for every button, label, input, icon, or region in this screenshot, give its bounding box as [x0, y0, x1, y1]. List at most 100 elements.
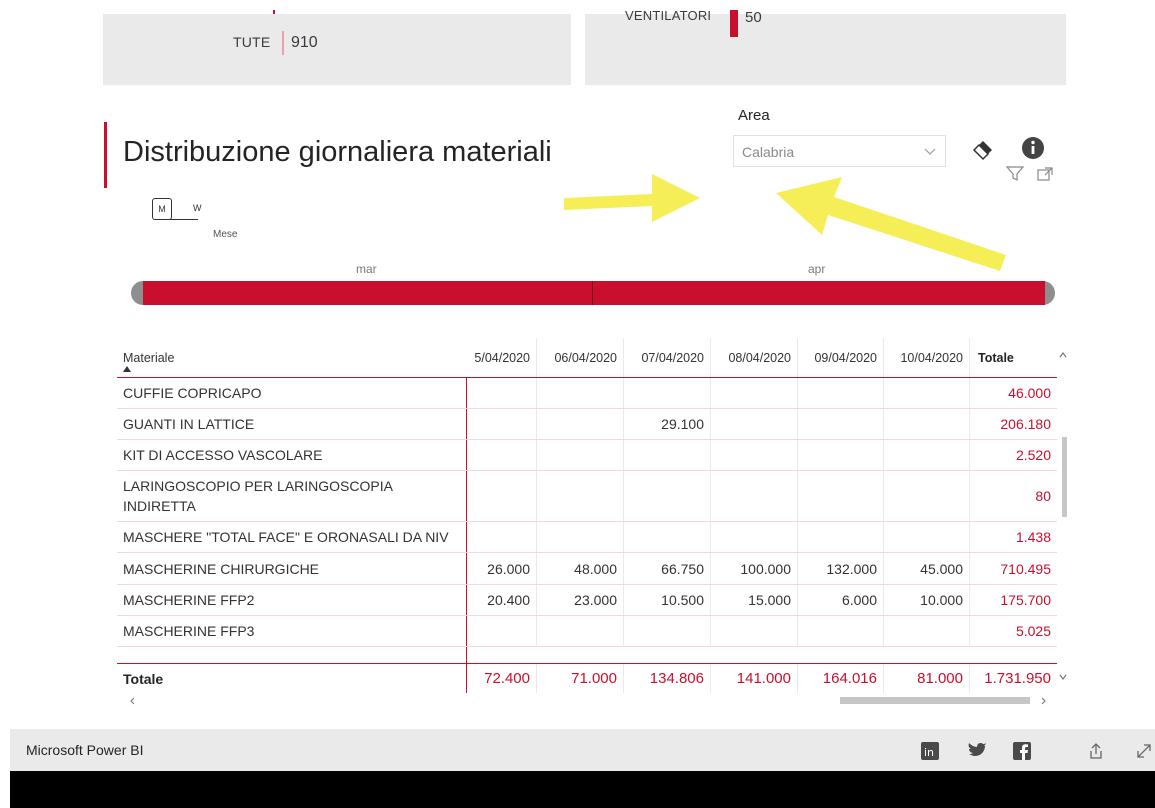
- value-cell: [624, 522, 711, 552]
- eraser-icon[interactable]: [970, 136, 996, 162]
- fullscreen-icon[interactable]: [1134, 741, 1154, 761]
- timeline-month-label: apr: [808, 262, 826, 276]
- value-cell: [466, 409, 537, 439]
- value-cell: [711, 440, 798, 470]
- material-name-cell: KIT DI ACCESSO VASCOLARE: [123, 447, 323, 463]
- timeline-toggle-line: [158, 219, 198, 220]
- value-cell: [798, 409, 884, 439]
- material-name-cell: MASCHERINE CHIRURGICHE: [123, 560, 320, 577]
- matrix-table: Materiale 5/04/2020 06/04/2020 07/04/202…: [117, 338, 1057, 693]
- row-total-cell: 1.438: [1015, 529, 1051, 545]
- column-header-date[interactable]: 10/04/2020: [884, 338, 970, 378]
- total-row-label: Totale: [123, 670, 164, 687]
- facebook-icon[interactable]: [1013, 742, 1031, 760]
- column-header-totale[interactable]: Totale: [970, 338, 1057, 378]
- timeline-month-label: mar: [356, 262, 377, 276]
- column-header-date[interactable]: 09/04/2020: [798, 338, 884, 378]
- table-row[interactable]: MASCHERE "TOTAL FACE" E ORONASALI DA NIV…: [117, 522, 1057, 553]
- row-total-cell: 46.000: [1008, 385, 1051, 401]
- value-cell: 66.750: [624, 553, 711, 584]
- column-header-date[interactable]: 5/04/2020: [466, 338, 537, 378]
- value-cell: [537, 471, 624, 521]
- row-total-cell: 710.495: [1000, 560, 1051, 577]
- value-cell: 20.400: [466, 585, 537, 615]
- value-cell: [798, 616, 884, 646]
- value-cell: [798, 440, 884, 470]
- value-cell: 6.000: [798, 585, 884, 615]
- value-cell: 26.000: [466, 553, 537, 584]
- value-cell: 29.100: [624, 409, 711, 439]
- title-accent-bar: [104, 122, 107, 188]
- value-cell: 132.000: [798, 553, 884, 584]
- timeline-toggle-month[interactable]: M: [152, 198, 172, 220]
- value-cell: [884, 378, 970, 408]
- value-cell: [884, 522, 970, 552]
- table-header-row: Materiale 5/04/2020 06/04/2020 07/04/202…: [117, 338, 1057, 378]
- horizontal-scrollbar-thumb[interactable]: [840, 697, 1030, 704]
- slicer-label: Area: [738, 107, 770, 124]
- value-cell: [537, 440, 624, 470]
- material-name-cell: LARINGOSCOPIO PER LARINGOSCOPIA INDIRETT…: [123, 478, 393, 514]
- total-cell: 81.000: [884, 664, 970, 693]
- card-label: TUTE: [233, 34, 271, 50]
- footer-brand[interactable]: Microsoft Power BI: [26, 742, 143, 758]
- twitter-icon[interactable]: [968, 743, 988, 759]
- value-cell: [537, 616, 624, 646]
- row-total-cell: 206.180: [1000, 416, 1051, 432]
- column-header-label: Materiale: [123, 351, 175, 365]
- value-cell: [711, 471, 798, 521]
- linkedin-icon[interactable]: in: [921, 742, 939, 760]
- table-row[interactable]: LARINGOSCOPIO PER LARINGOSCOPIA INDIRETT…: [117, 471, 1057, 522]
- table-row[interactable]: KIT DI ACCESSO VASCOLARE 2.520: [117, 440, 1057, 471]
- table-row[interactable]: MASCHERINE CHIRURGICHE 26.000 48.000 66.750…: [117, 553, 1057, 585]
- value-cell: [711, 616, 798, 646]
- table-row[interactable]: MASCHERINE FFP3 5.025: [117, 616, 1057, 647]
- area-dropdown[interactable]: Calabria: [733, 135, 946, 167]
- timeline-divider: [592, 281, 593, 305]
- total-cell: 164.016: [798, 664, 884, 693]
- footer-bar: Microsoft Power BI in: [10, 729, 1155, 771]
- material-name-cell: GUANTI IN LATTICE: [123, 416, 255, 432]
- table-row[interactable]: GUANTI IN LATTICE 29.100 206.180: [117, 409, 1057, 440]
- value-cell: 10.500: [624, 585, 711, 615]
- value-cell: [537, 378, 624, 408]
- scroll-right-icon[interactable]: [1038, 696, 1048, 706]
- value-cell: 10.000: [884, 585, 970, 615]
- value-cell: [884, 409, 970, 439]
- value-cell: [466, 616, 537, 646]
- column-header-date[interactable]: 06/04/2020: [537, 338, 624, 378]
- material-name-cell: MASCHERINE FFP2: [123, 592, 255, 608]
- report-canvas: TUTE 910 VENTILATORI 50 Distribuzione gi…: [0, 0, 1155, 808]
- column-header-date[interactable]: 08/04/2020: [711, 338, 798, 378]
- value-cell: [884, 440, 970, 470]
- focus-mode-icon[interactable]: [1036, 166, 1054, 182]
- info-icon[interactable]: [1020, 135, 1046, 161]
- card-value: 50: [745, 9, 762, 26]
- value-cell: [711, 409, 798, 439]
- sort-asc-icon: [123, 366, 131, 372]
- column-header-materiale[interactable]: Materiale: [117, 338, 466, 378]
- row-total-cell: 175.700: [1000, 592, 1051, 608]
- total-cell: 141.000: [711, 664, 798, 693]
- scroll-left-icon[interactable]: [128, 696, 138, 706]
- value-cell: 100.000: [711, 553, 798, 584]
- column-header-date[interactable]: 07/04/2020: [624, 338, 711, 378]
- scroll-down-icon[interactable]: [1057, 672, 1069, 682]
- timeline-toggle-week[interactable]: W: [193, 203, 202, 213]
- value-cell: 48.000: [537, 553, 624, 584]
- vertical-scrollbar-thumb[interactable]: [1062, 437, 1067, 517]
- value-cell: 45.000: [884, 553, 970, 584]
- share-icon[interactable]: [1087, 742, 1105, 760]
- row-total-cell: 80: [1035, 488, 1051, 504]
- table-row[interactable]: CUFFIE COPRICAPO 46.000: [117, 378, 1057, 409]
- value-cell: [624, 378, 711, 408]
- value-cell: [466, 378, 537, 408]
- value-cell: [798, 522, 884, 552]
- material-name-cell: MASCHERINE FFP3: [123, 623, 255, 639]
- value-cell: [711, 522, 798, 552]
- table-row[interactable]: MASCHERINE FFP2 20.400 23.000 10.500 15.000 6…: [117, 585, 1057, 616]
- chevron-down-icon: [924, 148, 936, 155]
- scroll-up-icon[interactable]: [1057, 350, 1069, 360]
- timeline-selection[interactable]: [143, 281, 1045, 305]
- card-value: 910: [291, 34, 318, 51]
